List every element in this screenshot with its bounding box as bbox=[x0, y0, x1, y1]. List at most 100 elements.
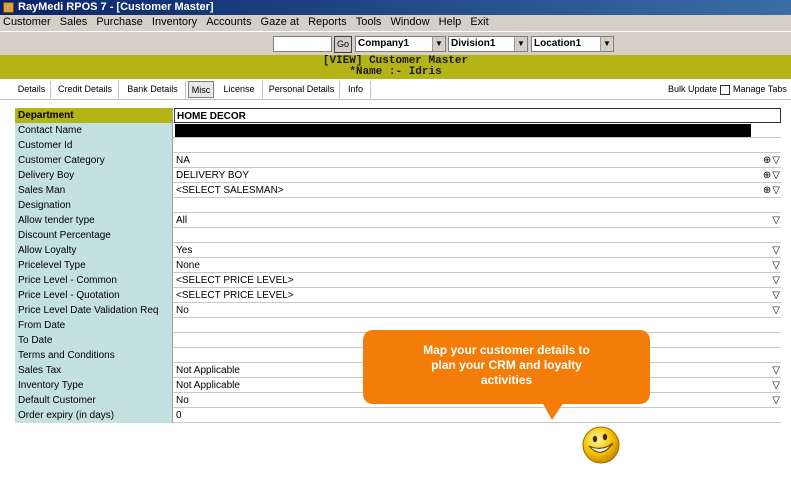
field-label: Terms and Conditions bbox=[15, 348, 173, 363]
menu-customer[interactable]: Customer bbox=[0, 15, 54, 30]
menu-tools[interactable]: Tools bbox=[353, 15, 385, 30]
menu-help[interactable]: Help bbox=[436, 15, 465, 30]
pricelevel-type-row: Pricelevel Type None ▽ bbox=[15, 258, 781, 273]
dropdown-arrow-icon[interactable]: ▽ bbox=[772, 288, 780, 303]
dropdown-arrow-icon[interactable]: ▽ bbox=[772, 393, 780, 408]
company-value: Company1 bbox=[358, 38, 410, 49]
menu-accounts[interactable]: Accounts bbox=[203, 15, 254, 30]
menu-purchase[interactable]: Purchase bbox=[93, 15, 145, 30]
field-label: To Date bbox=[15, 333, 173, 348]
dropdown-arrow-icon[interactable]: ▽ bbox=[772, 185, 780, 196]
tab-bank-details[interactable]: Bank Details bbox=[120, 81, 186, 98]
pricelevel-type-field[interactable]: None bbox=[174, 258, 781, 273]
allow-tender-type-row: Allow tender type All ▽ bbox=[15, 213, 781, 228]
callout-line-1: Map your customer details to bbox=[423, 343, 590, 357]
dropdown-arrow-icon[interactable]: ▽ bbox=[772, 273, 780, 288]
field-label: Customer Category bbox=[15, 153, 173, 168]
toolbar: Go Company1 ▼ Division1 ▼ Location1 ▼ bbox=[0, 31, 791, 55]
price-level-common-row: Price Level - Common <SELECT PRICE LEVEL… bbox=[15, 273, 781, 288]
dropdown-arrow-icon[interactable]: ▽ bbox=[772, 363, 780, 378]
menu-inventory[interactable]: Inventory bbox=[149, 15, 200, 30]
order-expiry-field[interactable]: 0 bbox=[174, 408, 781, 423]
row-controls: ⊕▽ bbox=[763, 168, 780, 183]
field-label: Customer Id bbox=[15, 138, 173, 153]
add-circle-icon[interactable]: ⊕ bbox=[763, 170, 771, 181]
menu-sales[interactable]: Sales bbox=[57, 15, 91, 30]
field-label: Delivery Boy bbox=[15, 168, 173, 183]
allow-tender-type-field[interactable]: All bbox=[174, 213, 781, 228]
delivery-boy-row: Delivery Boy DELIVERY BOY ⊕▽ bbox=[15, 168, 781, 183]
dropdown-arrow-icon[interactable]: ▽ bbox=[772, 155, 780, 166]
dropdown-arrow-icon[interactable]: ▽ bbox=[772, 170, 780, 181]
sales-man-row: Sales Man <SELECT SALESMAN> ⊕▽ bbox=[15, 183, 781, 198]
chevron-down-icon: ▼ bbox=[432, 37, 445, 51]
tab-personal-details[interactable]: Personal Details bbox=[264, 81, 340, 98]
location-value: Location1 bbox=[534, 38, 582, 49]
discount-percentage-row: Discount Percentage bbox=[15, 228, 781, 243]
tab-license[interactable]: License bbox=[216, 81, 263, 98]
dropdown-arrow-icon[interactable]: ▽ bbox=[772, 213, 780, 228]
app-icon bbox=[3, 2, 14, 13]
add-circle-icon[interactable]: ⊕ bbox=[763, 155, 771, 166]
menu-exit[interactable]: Exit bbox=[467, 15, 491, 30]
record-header: [VIEW] Customer Master *Name :- Idris bbox=[0, 55, 791, 79]
row-controls: ⊕▽ bbox=[763, 153, 780, 168]
field-label: Allow tender type bbox=[15, 213, 173, 228]
field-label: Discount Percentage bbox=[15, 228, 173, 243]
dropdown-arrow-icon[interactable]: ▽ bbox=[772, 303, 780, 318]
division-select[interactable]: Division1 ▼ bbox=[448, 36, 528, 52]
menu-gaze-at[interactable]: Gaze at bbox=[258, 15, 303, 30]
department-row: Department HOME DECOR bbox=[15, 108, 781, 123]
dropdown-arrow-icon[interactable]: ▽ bbox=[772, 378, 780, 393]
tab-bar: Details Credit Details Bank Details Misc… bbox=[0, 79, 791, 100]
price-level-date-validation-row: Price Level Date Validation Req No ▽ bbox=[15, 303, 781, 318]
field-label: Sales Man bbox=[15, 183, 173, 198]
field-label: Price Level Date Validation Req bbox=[15, 303, 173, 318]
sales-man-field[interactable]: <SELECT SALESMAN> bbox=[174, 183, 781, 198]
field-label: Price Level - Common bbox=[15, 273, 173, 288]
menu-reports[interactable]: Reports bbox=[305, 15, 350, 30]
manage-tabs-button[interactable]: Manage Tabs bbox=[720, 81, 787, 98]
price-level-common-field[interactable]: <SELECT PRICE LEVEL> bbox=[174, 273, 781, 288]
field-label: Pricelevel Type bbox=[15, 258, 173, 273]
redacted-block bbox=[175, 124, 751, 137]
customer-category-field[interactable]: NA bbox=[174, 153, 781, 168]
callout-line-2: plan your CRM and loyalty bbox=[431, 358, 582, 372]
price-level-quotation-row: Price Level - Quotation <SELECT PRICE LE… bbox=[15, 288, 781, 303]
smiley-icon bbox=[582, 426, 620, 464]
field-label: Allow Loyalty bbox=[15, 243, 173, 258]
price-level-quotation-field[interactable]: <SELECT PRICE LEVEL> bbox=[174, 288, 781, 303]
chevron-down-icon: ▼ bbox=[514, 37, 527, 51]
title-bar: RayMedi RPOS 7 - [Customer Master] bbox=[0, 0, 791, 15]
designation-row: Designation bbox=[15, 198, 781, 213]
tab-info[interactable]: Info bbox=[341, 81, 371, 98]
field-label: Default Customer bbox=[15, 393, 173, 408]
dropdown-arrow-icon[interactable]: ▽ bbox=[772, 243, 780, 258]
go-button[interactable]: Go bbox=[334, 36, 352, 53]
designation-field[interactable] bbox=[174, 198, 781, 213]
customer-id-field[interactable] bbox=[174, 138, 781, 153]
location-select[interactable]: Location1 ▼ bbox=[531, 36, 614, 52]
customer-category-row: Customer Category NA ⊕▽ bbox=[15, 153, 781, 168]
dropdown-arrow-icon[interactable]: ▽ bbox=[772, 258, 780, 273]
record-name: *Name :- Idris bbox=[349, 66, 442, 78]
bulk-update-button[interactable]: Bulk Update bbox=[668, 81, 717, 98]
division-value: Division1 bbox=[451, 38, 496, 49]
search-input[interactable] bbox=[273, 36, 332, 52]
price-level-date-validation-field[interactable]: No bbox=[174, 303, 781, 318]
tab-credit-details[interactable]: Credit Details bbox=[52, 81, 119, 98]
tab-details[interactable]: Details bbox=[13, 81, 51, 98]
customer-id-row: Customer Id bbox=[15, 138, 781, 153]
allow-loyalty-field[interactable]: Yes bbox=[174, 243, 781, 258]
company-select[interactable]: Company1 ▼ bbox=[355, 36, 446, 52]
callout-tail bbox=[542, 402, 564, 420]
tab-misc[interactable]: Misc bbox=[188, 81, 214, 98]
discount-percentage-field[interactable] bbox=[174, 228, 781, 243]
form-area: Department HOME DECOR Contact Name Custo… bbox=[0, 100, 791, 494]
add-circle-icon[interactable]: ⊕ bbox=[763, 185, 771, 196]
delivery-boy-field[interactable]: DELIVERY BOY bbox=[174, 168, 781, 183]
order-expiry-row: Order expiry (in days) 0 bbox=[15, 408, 781, 423]
menu-window[interactable]: Window bbox=[387, 15, 432, 30]
department-value[interactable]: HOME DECOR bbox=[174, 108, 781, 123]
menu-bar: Customer Sales Purchase Inventory Accoun… bbox=[0, 15, 791, 30]
